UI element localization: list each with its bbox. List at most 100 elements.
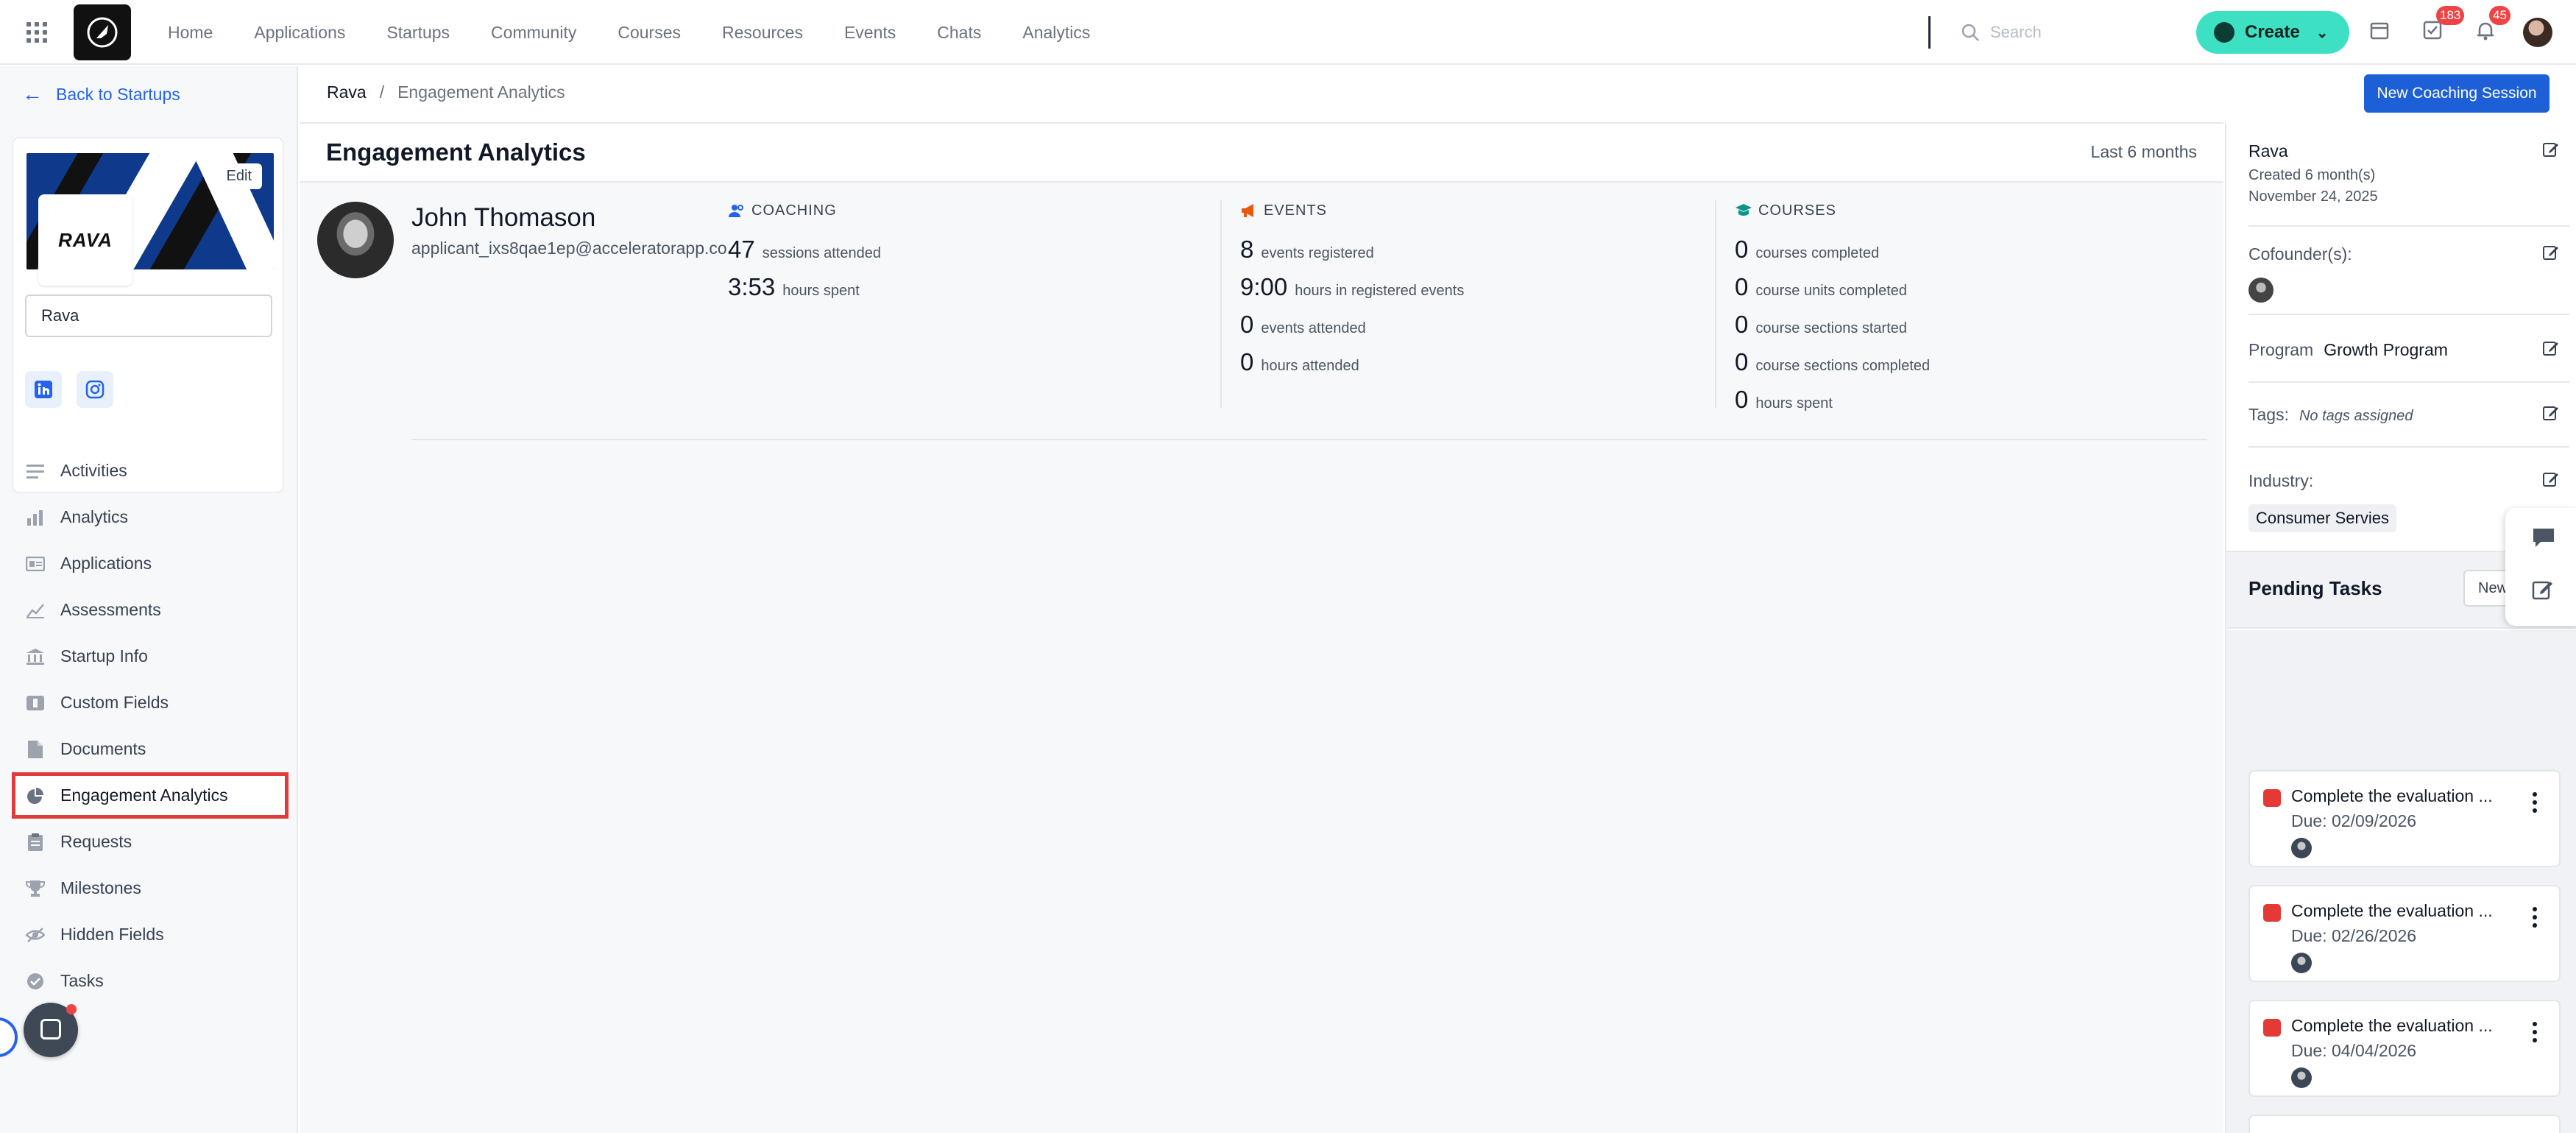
top-navigation-bar: Home Applications Startups Community Cou… [0, 0, 2576, 65]
sidebar-item-label: Documents [60, 739, 146, 758]
sidebar-item-documents[interactable]: Documents [12, 726, 289, 772]
bell-icon[interactable]: 45 [2474, 6, 2510, 46]
more-vertical-icon[interactable] [2533, 792, 2537, 816]
task-due: Due: 02/26/2026 [2291, 926, 2417, 945]
pending-tasks-title: Pending Tasks [2248, 577, 2382, 599]
period-selector[interactable]: Last 6 months [2091, 142, 2197, 162]
search-input[interactable] [1990, 23, 2167, 42]
sidebar-item-custom-fields[interactable]: Custom Fields [12, 680, 289, 726]
nav-home[interactable]: Home [168, 23, 213, 43]
nav-divider [1928, 16, 1931, 49]
comment-icon[interactable] [2532, 527, 2555, 549]
startup-menu: Activities Analytics Applications Assess… [12, 448, 289, 1004]
breadcrumb-separator: / [379, 82, 385, 102]
nav-startups[interactable]: Startups [386, 23, 450, 43]
clipboard-icon [25, 832, 46, 853]
cofounders-label: Cofounder(s): [2248, 244, 2352, 264]
edit-icon[interactable] [2543, 405, 2559, 421]
linkedin-icon[interactable] [25, 371, 62, 408]
sidebar-item-label: Startup Info [60, 646, 148, 666]
sidebar-item-requests[interactable]: Requests [12, 819, 289, 865]
tasks-badge: 183 [2436, 6, 2465, 25]
task-due: Due: 02/09/2026 [2291, 811, 2417, 830]
priority-high-icon [2263, 1019, 2281, 1037]
apps-grid-icon[interactable] [26, 22, 47, 43]
page-title: Engagement Analytics [326, 138, 586, 166]
user-photo-avatar [317, 202, 394, 278]
nav-analytics[interactable]: Analytics [1022, 23, 1090, 43]
breadcrumb-parent[interactable]: Rava [327, 82, 367, 102]
column-divider [1715, 200, 1716, 408]
tags-label: Tags: [2248, 405, 2289, 424]
sidebar-item-tasks[interactable]: Tasks [12, 958, 289, 1004]
sidebar-item-label: Applications [60, 554, 152, 573]
search-box[interactable] [1961, 18, 2182, 47]
section-divider [411, 439, 2207, 440]
user-name: John Thomason [411, 203, 596, 232]
calendar-icon[interactable] [2368, 19, 2395, 46]
created-date: November 24, 2025 [2248, 188, 2378, 205]
new-coaching-session-button[interactable]: New Coaching Session [2364, 74, 2550, 113]
chat-bubble-icon [40, 1019, 61, 1040]
sidebar-item-startup-info[interactable]: Startup Info [12, 633, 289, 680]
pie-chart-icon [25, 786, 46, 806]
chat-launcher-button[interactable] [24, 1003, 78, 1057]
sidebar-item-milestones[interactable]: Milestones [12, 865, 289, 911]
document-icon [25, 739, 46, 760]
edit-icon[interactable] [2543, 244, 2559, 261]
pending-tasks-list: Complete the evaluation ... Due: 02/09/2… [2226, 630, 2576, 1133]
startup-name-field[interactable] [25, 294, 272, 337]
nav-resources[interactable]: Resources [722, 23, 803, 43]
users-icon [729, 205, 743, 217]
task-card[interactable]: Complete the evaluation ... Due: 04/04/2… [2248, 1000, 2561, 1097]
custom-fields-icon [25, 693, 46, 713]
notifications-badge: 45 [2489, 6, 2510, 25]
task-title: Complete the evaluation ... [2291, 1016, 2493, 1035]
nav-community[interactable]: Community [491, 23, 576, 43]
startup-profile-card: Edit RAVA [12, 137, 284, 493]
nav-events[interactable]: Events [844, 23, 896, 43]
sidebar-item-applications[interactable]: Applications [12, 540, 289, 587]
sidebar-item-label: Analytics [60, 507, 129, 526]
task-card[interactable]: Complete the evaluation ... Due: 02/26/2… [2248, 885, 2561, 982]
bar-chart-icon [25, 507, 46, 528]
instagram-icon[interactable] [77, 371, 113, 408]
cofounder-avatar[interactable] [2248, 278, 2274, 303]
sidebar-item-label: Requests [60, 832, 132, 851]
edit-icon[interactable] [2543, 471, 2559, 487]
app-logo[interactable] [74, 4, 131, 60]
more-vertical-icon[interactable] [2533, 1022, 2537, 1046]
rocket-icon [87, 17, 118, 48]
engagement-header: Engagement Analytics Last 6 months [300, 122, 2223, 183]
task-card[interactable]: Complete the evaluation ... Due: 02/09/2… [2248, 770, 2561, 867]
assignee-avatar [2291, 1067, 2312, 1088]
stat-coaching-hours: 3:53 hours spent [728, 273, 860, 300]
create-rocket-icon [2214, 22, 2234, 43]
create-button[interactable]: Create ⌄ [2196, 11, 2349, 54]
sidebar-item-activities[interactable]: Activities [12, 448, 289, 494]
more-vertical-icon[interactable] [2533, 907, 2537, 931]
check-circle-icon [25, 971, 46, 992]
tasks-check-icon[interactable]: 183 [2421, 6, 2465, 46]
nav-chats[interactable]: Chats [937, 23, 981, 43]
nav-applications[interactable]: Applications [254, 23, 345, 43]
back-to-startups-link[interactable]: ← Back to Startups [22, 82, 180, 106]
sidebar-item-assessments[interactable]: Assessments [12, 587, 289, 633]
sidebar-item-label: Tasks [60, 971, 104, 990]
compose-icon[interactable] [2532, 579, 2554, 601]
created-ago: Created 6 month(s) [2248, 167, 2376, 183]
nav-courses[interactable]: Courses [618, 23, 681, 43]
edit-icon[interactable] [2543, 340, 2559, 356]
edit-icon[interactable] [2543, 141, 2559, 158]
sidebar-item-hidden-fields[interactable]: Hidden Fields [12, 911, 289, 958]
assignee-avatar [2291, 953, 2312, 973]
startup-logo: RAVA [38, 194, 132, 286]
program-section: Program Growth Program [2248, 340, 2569, 360]
task-card-partial[interactable] [2248, 1115, 2561, 1133]
user-avatar[interactable] [2523, 18, 2552, 47]
cover-edit-button[interactable]: Edit [216, 163, 262, 189]
sidebar-item-engagement-analytics[interactable]: Engagement Analytics [12, 772, 289, 819]
sidebar-item-analytics[interactable]: Analytics [12, 494, 289, 540]
user-email: applicant_ixs8qae1ep@acceleratorapp.co [411, 239, 727, 258]
panel-divider [2248, 381, 2569, 383]
